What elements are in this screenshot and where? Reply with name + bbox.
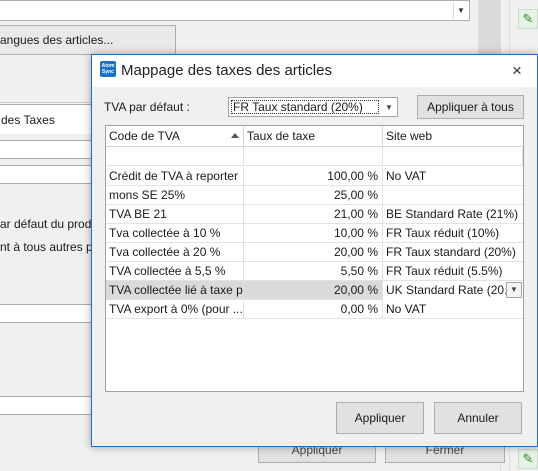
- tax-code-cell[interactable]: TVA collectée lié à taxe p...: [106, 281, 244, 300]
- apply-button[interactable]: Appliquer: [336, 402, 424, 434]
- tax-code-cell[interactable]: Tva collectée à 10 %: [106, 224, 244, 243]
- tax-code-cell[interactable]: TVA BE 21: [106, 205, 244, 224]
- tax-code-cell[interactable]: Tva collectée à 20 %: [106, 243, 244, 262]
- column-header-label: Code de TVA: [109, 129, 180, 143]
- table-row[interactable]: Tva collectée à 10 % 10,00 % FR Taux réd…: [106, 224, 523, 243]
- background-tab-taxes: des Taxes: [0, 104, 95, 134]
- background-field: [0, 304, 95, 323]
- close-icon[interactable]: ×: [498, 57, 536, 85]
- chevron-down-icon[interactable]: ▼: [381, 97, 398, 117]
- tax-mapping-dialog: Atom Sync Mappage des taxes des articles…: [91, 54, 538, 447]
- tax-rate-cell[interactable]: 10,00 %: [244, 224, 383, 243]
- tax-rate-cell[interactable]: 100,00 %: [244, 167, 383, 186]
- dialog-titlebar[interactable]: Atom Sync Mappage des taxes des articles…: [92, 55, 537, 87]
- background-field: [0, 140, 95, 159]
- column-header-tax-rate[interactable]: Taux de taxe: [244, 126, 383, 147]
- cancel-button[interactable]: Annuler: [434, 402, 522, 434]
- table-row[interactable]: TVA export à 0% (pour ... 0,00 % No VAT: [106, 300, 523, 319]
- dialog-title: Mappage des taxes des articles: [121, 62, 332, 79]
- pencil-icon: ✎: [518, 9, 538, 29]
- filter-cell[interactable]: [383, 147, 523, 166]
- website-tax-select[interactable]: UK Standard Rate (20...: [383, 281, 523, 300]
- filter-cell[interactable]: [106, 147, 244, 166]
- tax-code-cell[interactable]: Crédit de TVA à reporter: [106, 167, 244, 186]
- column-header-label: Site web: [386, 129, 433, 143]
- tax-mapping-grid: Code de TVA Taux de taxe Site web Crédit…: [105, 125, 524, 392]
- tax-rate-cell[interactable]: 21,00 %: [244, 205, 383, 224]
- website-tax-cell[interactable]: FR Taux réduit (10%): [383, 224, 523, 243]
- filter-row[interactable]: [106, 147, 523, 166]
- default-vat-select[interactable]: FR Taux standard (20%): [228, 97, 383, 117]
- background-text: nt à tous autres prix: [0, 240, 106, 254]
- table-row[interactable]: mons SE 25% 25,00 %: [106, 186, 523, 205]
- app-logo-icon: Atom Sync: [100, 61, 116, 77]
- background-field: [0, 396, 95, 415]
- website-tax-cell[interactable]: FR Taux standard (20%): [383, 243, 523, 262]
- website-tax-cell[interactable]: FR Taux réduit (5.5%): [383, 262, 523, 281]
- website-tax-cell[interactable]: BE Standard Rate (21%): [383, 205, 523, 224]
- tax-rate-cell[interactable]: 5,50 %: [244, 262, 383, 281]
- filter-cell[interactable]: [244, 147, 383, 166]
- background-text: ar défaut du produi: [0, 217, 101, 231]
- background-languages-button: angues des articles...: [0, 25, 176, 55]
- tax-rate-cell[interactable]: 0,00 %: [244, 300, 383, 319]
- tax-rate-cell[interactable]: 20,00 %: [244, 243, 383, 262]
- background-panel-edge: [478, 0, 500, 60]
- pencil-icon: ✎: [518, 449, 538, 469]
- sort-ascending-icon: [231, 133, 239, 138]
- website-tax-cell[interactable]: No VAT: [383, 167, 523, 186]
- column-header-website[interactable]: Site web: [383, 126, 523, 147]
- background-field: [0, 165, 95, 184]
- column-header-tax-code[interactable]: Code de TVA: [106, 126, 244, 147]
- table-row[interactable]: Tva collectée à 20 % 20,00 % FR Taux sta…: [106, 243, 523, 262]
- website-tax-cell[interactable]: No VAT: [383, 300, 523, 319]
- table-row[interactable]: TVA BE 21 21,00 % BE Standard Rate (21%): [106, 205, 523, 224]
- table-row[interactable]: TVA collectée à 5,5 % 5,50 % FR Taux réd…: [106, 262, 523, 281]
- tax-rate-cell[interactable]: 25,00 %: [244, 186, 383, 205]
- app-icon-text: Atom Sync: [101, 63, 115, 75]
- chevron-down-icon: ▼: [453, 2, 468, 19]
- table-row[interactable]: Crédit de TVA à reporter 100,00 % No VAT: [106, 167, 523, 186]
- apply-to-all-button[interactable]: Appliquer à tous: [417, 95, 524, 119]
- website-tax-cell[interactable]: [383, 186, 523, 205]
- tax-code-cell[interactable]: mons SE 25%: [106, 186, 244, 205]
- default-vat-label: TVA par défaut :: [104, 100, 190, 114]
- background-top-select: [0, 0, 470, 21]
- divider: [0, 102, 95, 103]
- chevron-down-icon[interactable]: ▼: [506, 282, 522, 298]
- tax-code-cell[interactable]: TVA export à 0% (pour ...: [106, 300, 244, 319]
- tax-code-cell[interactable]: TVA collectée à 5,5 %: [106, 262, 244, 281]
- default-vat-value: FR Taux standard (20%): [231, 100, 379, 114]
- table-row-selected[interactable]: TVA collectée lié à taxe p... 20,00 % UK…: [106, 281, 523, 300]
- column-header-label: Taux de taxe: [247, 129, 316, 143]
- tax-rate-cell[interactable]: 20,00 %: [244, 281, 383, 300]
